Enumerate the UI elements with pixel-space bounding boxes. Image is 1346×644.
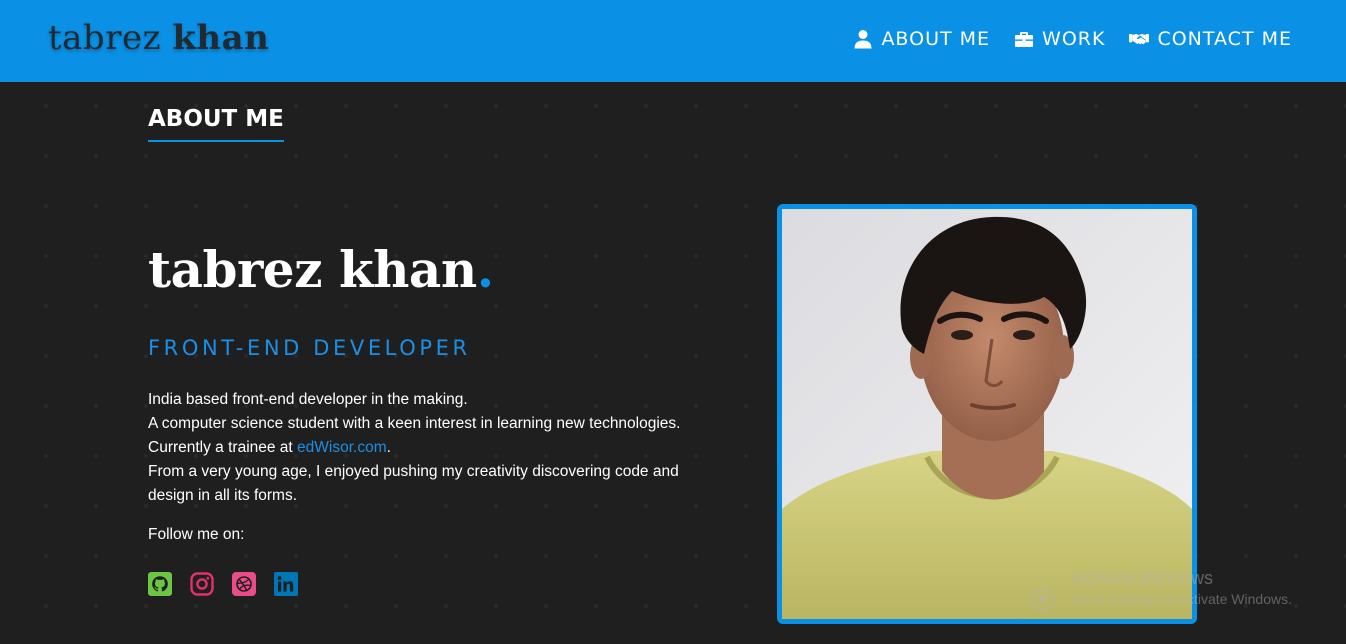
brand-first-name: tabrez — [48, 18, 161, 58]
watermark-subtitle: Go to Settings to activate Windows. — [1071, 591, 1292, 607]
brand-last-name: khan — [172, 18, 270, 58]
profile-photo — [777, 204, 1197, 624]
edwisor-link[interactable]: edWisor.com — [297, 439, 387, 456]
hero-last-name: khan — [338, 240, 477, 299]
watermark-title: Activate Windows — [1071, 568, 1214, 588]
section-title: ABOUT ME — [148, 106, 284, 142]
bio-line-3: Currently a trainee at edWisor.com. — [148, 436, 688, 460]
nav-work-label: WORK — [1042, 28, 1106, 50]
nav-contact-me[interactable]: CONTACT ME — [1129, 28, 1292, 50]
activate-windows-watermark: Activate Windows Go to Settings to activ… — [1030, 568, 1330, 611]
follow-label: Follow me on: — [148, 526, 245, 543]
nav-work[interactable]: WORK — [1014, 28, 1105, 50]
site-logo[interactable]: tabrez khan — [48, 18, 269, 58]
handshake-icon — [1129, 34, 1150, 45]
nav-about-me-label: ABOUT ME — [881, 28, 991, 50]
main-nav: ABOUT ME WORK CONTACT ME — [853, 28, 1292, 50]
bio-paragraph: India based front-end developer in the m… — [148, 388, 688, 508]
job-title: FRONT-END DEVELOPER — [148, 336, 471, 360]
windows-watermark-icon — [1031, 587, 1055, 611]
hero-name: tabrez khan. — [148, 240, 494, 299]
user-icon — [854, 30, 872, 49]
bio-line-1: India based front-end developer in the m… — [148, 391, 468, 408]
bio-line-3-prefix: Currently a trainee at — [148, 439, 298, 456]
bio-line-4: From a very young age, I enjoyed pushing… — [148, 463, 679, 504]
hero-name-dot: . — [476, 240, 494, 299]
hero-first-name: tabrez — [148, 240, 323, 299]
bio-line-2: A computer science student with a keen i… — [148, 415, 681, 432]
briefcase-icon — [1015, 32, 1034, 47]
top-navbar: tabrez khan ABOUT ME WORK CONTACT ME — [0, 0, 1346, 82]
bio-line-3-suffix: . — [386, 439, 391, 456]
profile-portrait-image — [782, 209, 1192, 619]
nav-contact-me-label: CONTACT ME — [1157, 28, 1292, 50]
nav-about-me[interactable]: ABOUT ME — [853, 28, 990, 50]
linkedin-icon[interactable] — [274, 572, 298, 596]
github-icon[interactable] — [148, 572, 172, 596]
dribbble-icon[interactable] — [232, 572, 256, 596]
social-links — [148, 572, 298, 596]
instagram-icon[interactable] — [190, 572, 214, 596]
